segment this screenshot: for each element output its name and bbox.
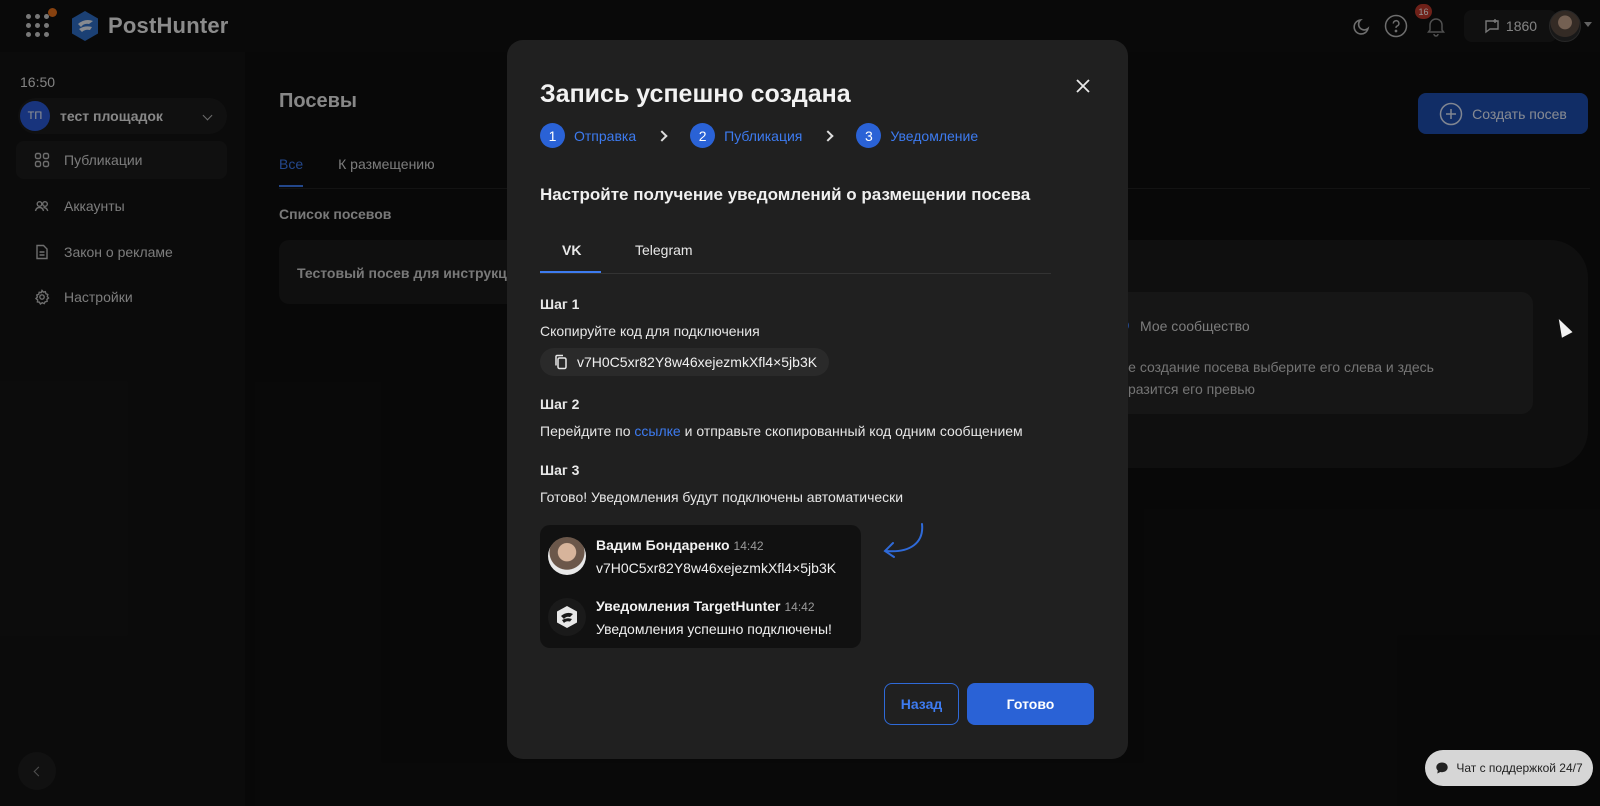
copy-icon [555, 354, 567, 370]
step2-heading: Шаг 2 [540, 396, 580, 412]
step-label: Отправка [574, 127, 637, 144]
curved-arrow-icon [883, 523, 924, 558]
chevron-right-icon [656, 129, 668, 142]
step3-text: Готово! Уведомления будут подключены авт… [540, 489, 904, 505]
support-chat-button[interactable]: Чат с поддержкой 24/7 [1425, 750, 1593, 786]
chevron-right-icon [822, 129, 835, 142]
targethunter-logo-icon [557, 606, 577, 628]
step1-heading: Шаг 1 [540, 296, 580, 312]
step-number: 1 [540, 123, 565, 148]
chat-message: v7H0C5xr82Y8w46xejezmkXfl4×5jb3K [596, 560, 837, 576]
step1-text: Скопируйте код для подключения [540, 323, 760, 339]
step-number: 2 [690, 123, 716, 148]
step2-text: Перейдите по ссылке и отправьте скопиров… [540, 423, 1023, 439]
step-number: 3 [856, 123, 882, 148]
step-label: Уведомление [890, 127, 979, 144]
message-time: 14:42 [733, 539, 764, 553]
modal-tabs: VK Telegram [540, 240, 1051, 274]
support-label: Чат с поддержкой 24/7 [1456, 761, 1583, 775]
close-icon[interactable] [1073, 76, 1093, 96]
tab-underline [540, 271, 601, 273]
step2-prefix: Перейдите по [540, 423, 631, 439]
sender-name: Уведомления TargetHunter [596, 598, 781, 614]
targethunter-avatar [548, 598, 586, 636]
message-time: 14:42 [784, 600, 815, 614]
bot-link[interactable]: ссылке [634, 423, 680, 439]
done-button[interactable]: Готово [967, 683, 1094, 725]
step-label: Публикация [724, 127, 803, 144]
connection-code: v7H0C5xr82Y8w46xejezmkXfl4×5jb3K [577, 354, 818, 370]
back-button[interactable]: Назад [884, 683, 959, 725]
sender-name: Вадим Бондаренко [596, 537, 730, 553]
tab-vk[interactable]: VK [562, 242, 581, 258]
chat-bubble-icon [1436, 762, 1449, 774]
step-publish: 2 Публикация [690, 123, 802, 148]
step-notify: 3 Уведомление [856, 123, 978, 148]
modal-title: Запись успешно создана [540, 80, 851, 108]
chat-sender: Вадим Бондаренко 14:42 [596, 537, 764, 553]
step2-suffix: и отправьте скопированный код одним сооб… [684, 423, 1023, 439]
step-send: 1 Отправка [540, 123, 636, 148]
avatar [548, 537, 586, 575]
tab-telegram[interactable]: Telegram [635, 242, 693, 258]
copy-code-button[interactable]: v7H0C5xr82Y8w46xejezmkXfl4×5jb3K [540, 348, 830, 376]
stepper: 1 Отправка 2 Публикация 3 Уведомление [540, 123, 978, 148]
step3-heading: Шаг 3 [540, 462, 580, 478]
chat-message: Уведомления успешно подключены! [596, 621, 832, 637]
modal-subtitle: Настройте получение уведомлений о размещ… [540, 185, 1031, 204]
chat-sender: Уведомления TargetHunter 14:42 [596, 598, 815, 614]
